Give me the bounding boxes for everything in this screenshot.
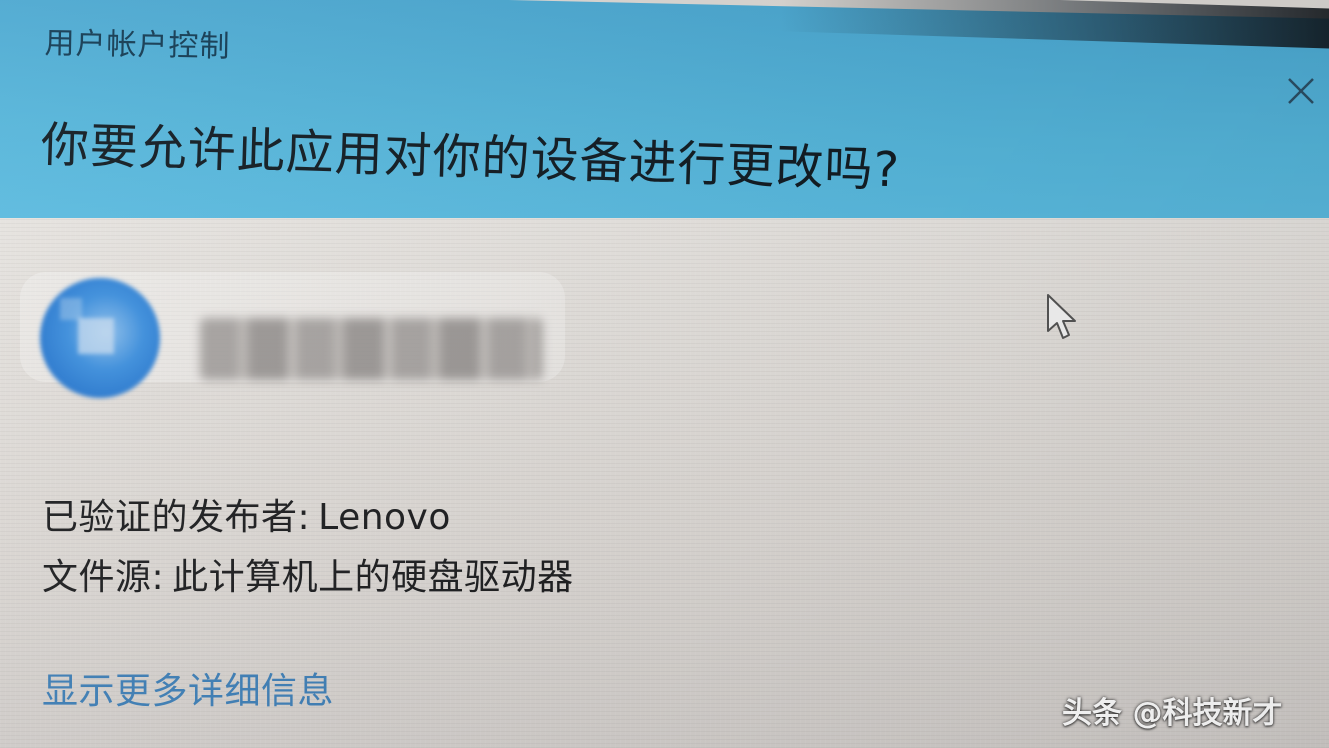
close-icon — [1286, 76, 1316, 106]
publisher-value: Lenovo — [318, 497, 451, 538]
publisher-label: 已验证的发布者: — [42, 497, 311, 538]
file-source-line: 文件源: 此计算机上的硬盘驱动器 — [42, 548, 574, 600]
publisher-line: 已验证的发布者: Lenovo — [42, 488, 451, 540]
app-name-obscured — [200, 318, 542, 380]
dialog-title: 用户帐户控制 — [44, 25, 231, 65]
photo-of-uac-dialog: 用户帐户控制 你要允许此应用对你的设备进行更改吗? 已验证的发布者: Lenovo… — [0, 0, 1329, 748]
file-source-value: 此计算机上的硬盘驱动器 — [172, 557, 574, 598]
mouse-cursor-icon — [1045, 293, 1079, 347]
file-source-label: 文件源: — [42, 557, 165, 598]
show-more-details-link[interactable]: 显示更多详细信息 — [42, 662, 334, 714]
watermark-text: 头条 @科技新才 — [1062, 696, 1283, 731]
close-button[interactable] — [1282, 72, 1320, 110]
app-icon — [40, 278, 160, 398]
